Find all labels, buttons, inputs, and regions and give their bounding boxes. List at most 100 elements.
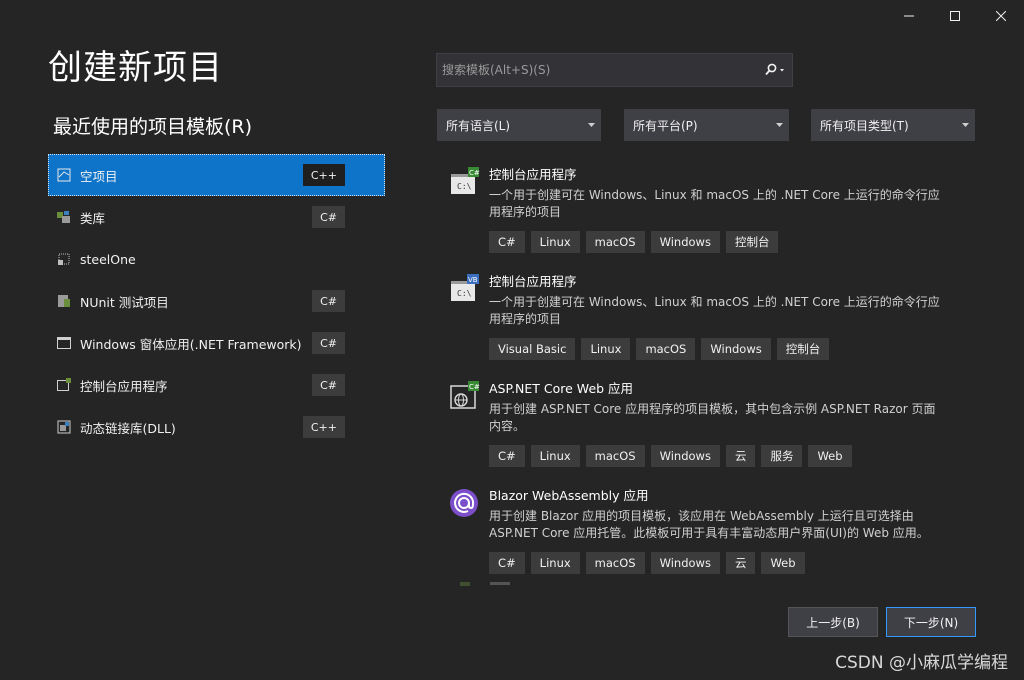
windows-forms-icon: [56, 335, 72, 351]
template-description: 一个用于创建可在 Windows、Linux 和 macOS 上的 .NET C…: [489, 188, 940, 219]
language-badge: C++: [302, 164, 345, 186]
tag: C#: [489, 552, 525, 574]
template-item-aspnet-web[interactable]: C# ASP.NET Core Web 应用 用于创建 ASP.NET Core…: [444, 374, 984, 467]
tag: macOS: [585, 445, 645, 467]
page-title: 创建新项目: [48, 48, 223, 88]
empty-project-icon: [56, 167, 72, 183]
svg-text:C:\: C:\: [457, 182, 472, 191]
platform-filter-dropdown[interactable]: 所有平台(P): [624, 109, 789, 141]
template-badge: C#: [469, 169, 480, 177]
console-csharp-icon: C:\ C#: [451, 167, 480, 194]
template-name: 控制台应用程序: [489, 274, 577, 289]
tag: macOS: [585, 231, 645, 253]
template-tags: C# Linux macOS Windows 云 服务 Web: [489, 445, 984, 467]
template-name: Blazor WebAssembly 应用: [489, 488, 649, 503]
tag: Linux: [530, 552, 580, 574]
recent-item-label: Windows 窗体应用(.NET Framework): [80, 336, 302, 352]
tag: 控制台: [776, 338, 830, 360]
language-filter-dropdown[interactable]: 所有语言(L): [437, 109, 601, 141]
console-vb-icon: C:\ VB: [451, 274, 479, 301]
tag: 云: [725, 552, 756, 574]
tag: Windows: [650, 445, 720, 467]
tag: Linux: [581, 338, 631, 360]
project-type-filter-dropdown[interactable]: 所有项目类型(T): [811, 109, 975, 141]
recent-templates-list: 空项目 C++ 类库 C# steelOne NUnit 测试项目 C# Win…: [48, 154, 385, 448]
recent-item-label: 动态链接库(DLL): [80, 420, 176, 436]
tag: C#: [489, 445, 525, 467]
chevron-down-icon: [776, 123, 783, 127]
chevron-down-icon: [588, 123, 595, 127]
recent-item-class-library[interactable]: 类库 C#: [48, 196, 385, 238]
template-name: ASP.NET Core Web 应用: [489, 381, 634, 396]
back-button-label: 上一步(B): [806, 615, 860, 630]
maximize-icon: [950, 11, 960, 21]
tag: Windows: [650, 552, 720, 574]
language-badge: C#: [312, 290, 345, 312]
tag: Linux: [530, 445, 580, 467]
template-tags: C# Linux macOS Windows 控制台: [489, 231, 984, 253]
template-badge: VB: [468, 276, 478, 284]
recent-item-label: 类库: [80, 210, 106, 226]
recent-item-label: NUnit 测试项目: [80, 294, 169, 310]
recent-item-empty-project[interactable]: 空项目 C++: [48, 154, 385, 196]
recent-item-nunit-test[interactable]: NUnit 测试项目 C#: [48, 280, 385, 322]
recent-item-label: steelOne: [80, 251, 136, 267]
tag: Linux: [530, 231, 580, 253]
tag: Windows: [650, 231, 720, 253]
platform-filter-value: 所有平台(P): [633, 118, 698, 133]
language-badge: C#: [312, 374, 345, 396]
console-app-icon: [56, 377, 72, 393]
search-input[interactable]: [437, 54, 758, 86]
template-tags: Visual Basic Linux macOS Windows 控制台: [489, 338, 984, 360]
svg-text:C:\: C:\: [457, 289, 472, 298]
template-list: C:\ C# 控制台应用程序 一个用于创建可在 Windows、Linux 和 …: [444, 160, 984, 584]
project-type-filter-value: 所有项目类型(T): [820, 118, 909, 133]
language-badge: C++: [302, 416, 345, 438]
maximize-button[interactable]: [932, 0, 978, 32]
recent-item-steelone[interactable]: steelOne: [48, 238, 385, 280]
recent-item-windows-forms[interactable]: Windows 窗体应用(.NET Framework) C#: [48, 322, 385, 364]
template-description: 用于创建 ASP.NET Core 应用程序的项目模板，其中包含示例 ASP.N…: [489, 402, 936, 433]
blazor-icon: [450, 489, 478, 517]
template-tags: C# Linux macOS Windows 云 Web: [489, 552, 984, 574]
minimize-icon: [904, 15, 914, 17]
recent-item-dll[interactable]: 动态链接库(DLL) C++: [48, 406, 385, 448]
tag: 控制台: [725, 231, 779, 253]
steelone-project-icon: [56, 251, 72, 267]
recent-item-label: 控制台应用程序: [80, 378, 168, 394]
close-icon: [996, 11, 1006, 21]
recent-item-console-app[interactable]: 控制台应用程序 C#: [48, 364, 385, 406]
watermark: CSDN @小麻瓜学编程: [835, 653, 1008, 673]
template-search-box: [436, 53, 793, 87]
next-button-label: 下一步(N): [903, 615, 959, 630]
nunit-test-icon: [56, 293, 72, 309]
template-item-blazor-webassembly[interactable]: Blazor WebAssembly 应用 用于创建 Blazor 应用的项目模…: [444, 481, 984, 574]
partial-template-icon: [460, 582, 510, 586]
tag: C#: [489, 231, 525, 253]
language-badge: C#: [312, 332, 345, 354]
tag: macOS: [636, 338, 696, 360]
search-icon: [765, 63, 784, 76]
template-description: 用于创建 Blazor 应用的项目模板，该应用在 WebAssembly 上运行…: [489, 509, 929, 540]
tag: 服务: [761, 445, 803, 467]
template-item-console-vb[interactable]: C:\ VB 控制台应用程序 一个用于创建可在 Windows、Linux 和 …: [444, 267, 984, 360]
minimize-button[interactable]: [886, 0, 932, 32]
search-button[interactable]: [758, 54, 792, 86]
tag: 云: [725, 445, 756, 467]
tag: Visual Basic: [489, 338, 576, 360]
language-filter-value: 所有语言(L): [446, 118, 511, 133]
recent-item-label: 空项目: [80, 168, 118, 184]
recent-templates-heading: 最近使用的项目模板(R): [53, 116, 253, 138]
template-item-console-csharp[interactable]: C:\ C# 控制台应用程序 一个用于创建可在 Windows、Linux 和 …: [444, 160, 984, 253]
tag: macOS: [585, 552, 645, 574]
aspnet-web-icon: C#: [450, 381, 480, 409]
class-library-icon: [56, 209, 72, 225]
back-button[interactable]: 上一步(B): [788, 607, 878, 637]
window-controls: [886, 0, 1024, 32]
template-name: 控制台应用程序: [489, 167, 577, 182]
template-badge: C#: [469, 383, 480, 391]
next-button[interactable]: 下一步(N): [886, 607, 976, 637]
language-badge: C#: [312, 206, 345, 228]
tag: Web: [761, 552, 805, 574]
close-button[interactable]: [978, 0, 1024, 32]
